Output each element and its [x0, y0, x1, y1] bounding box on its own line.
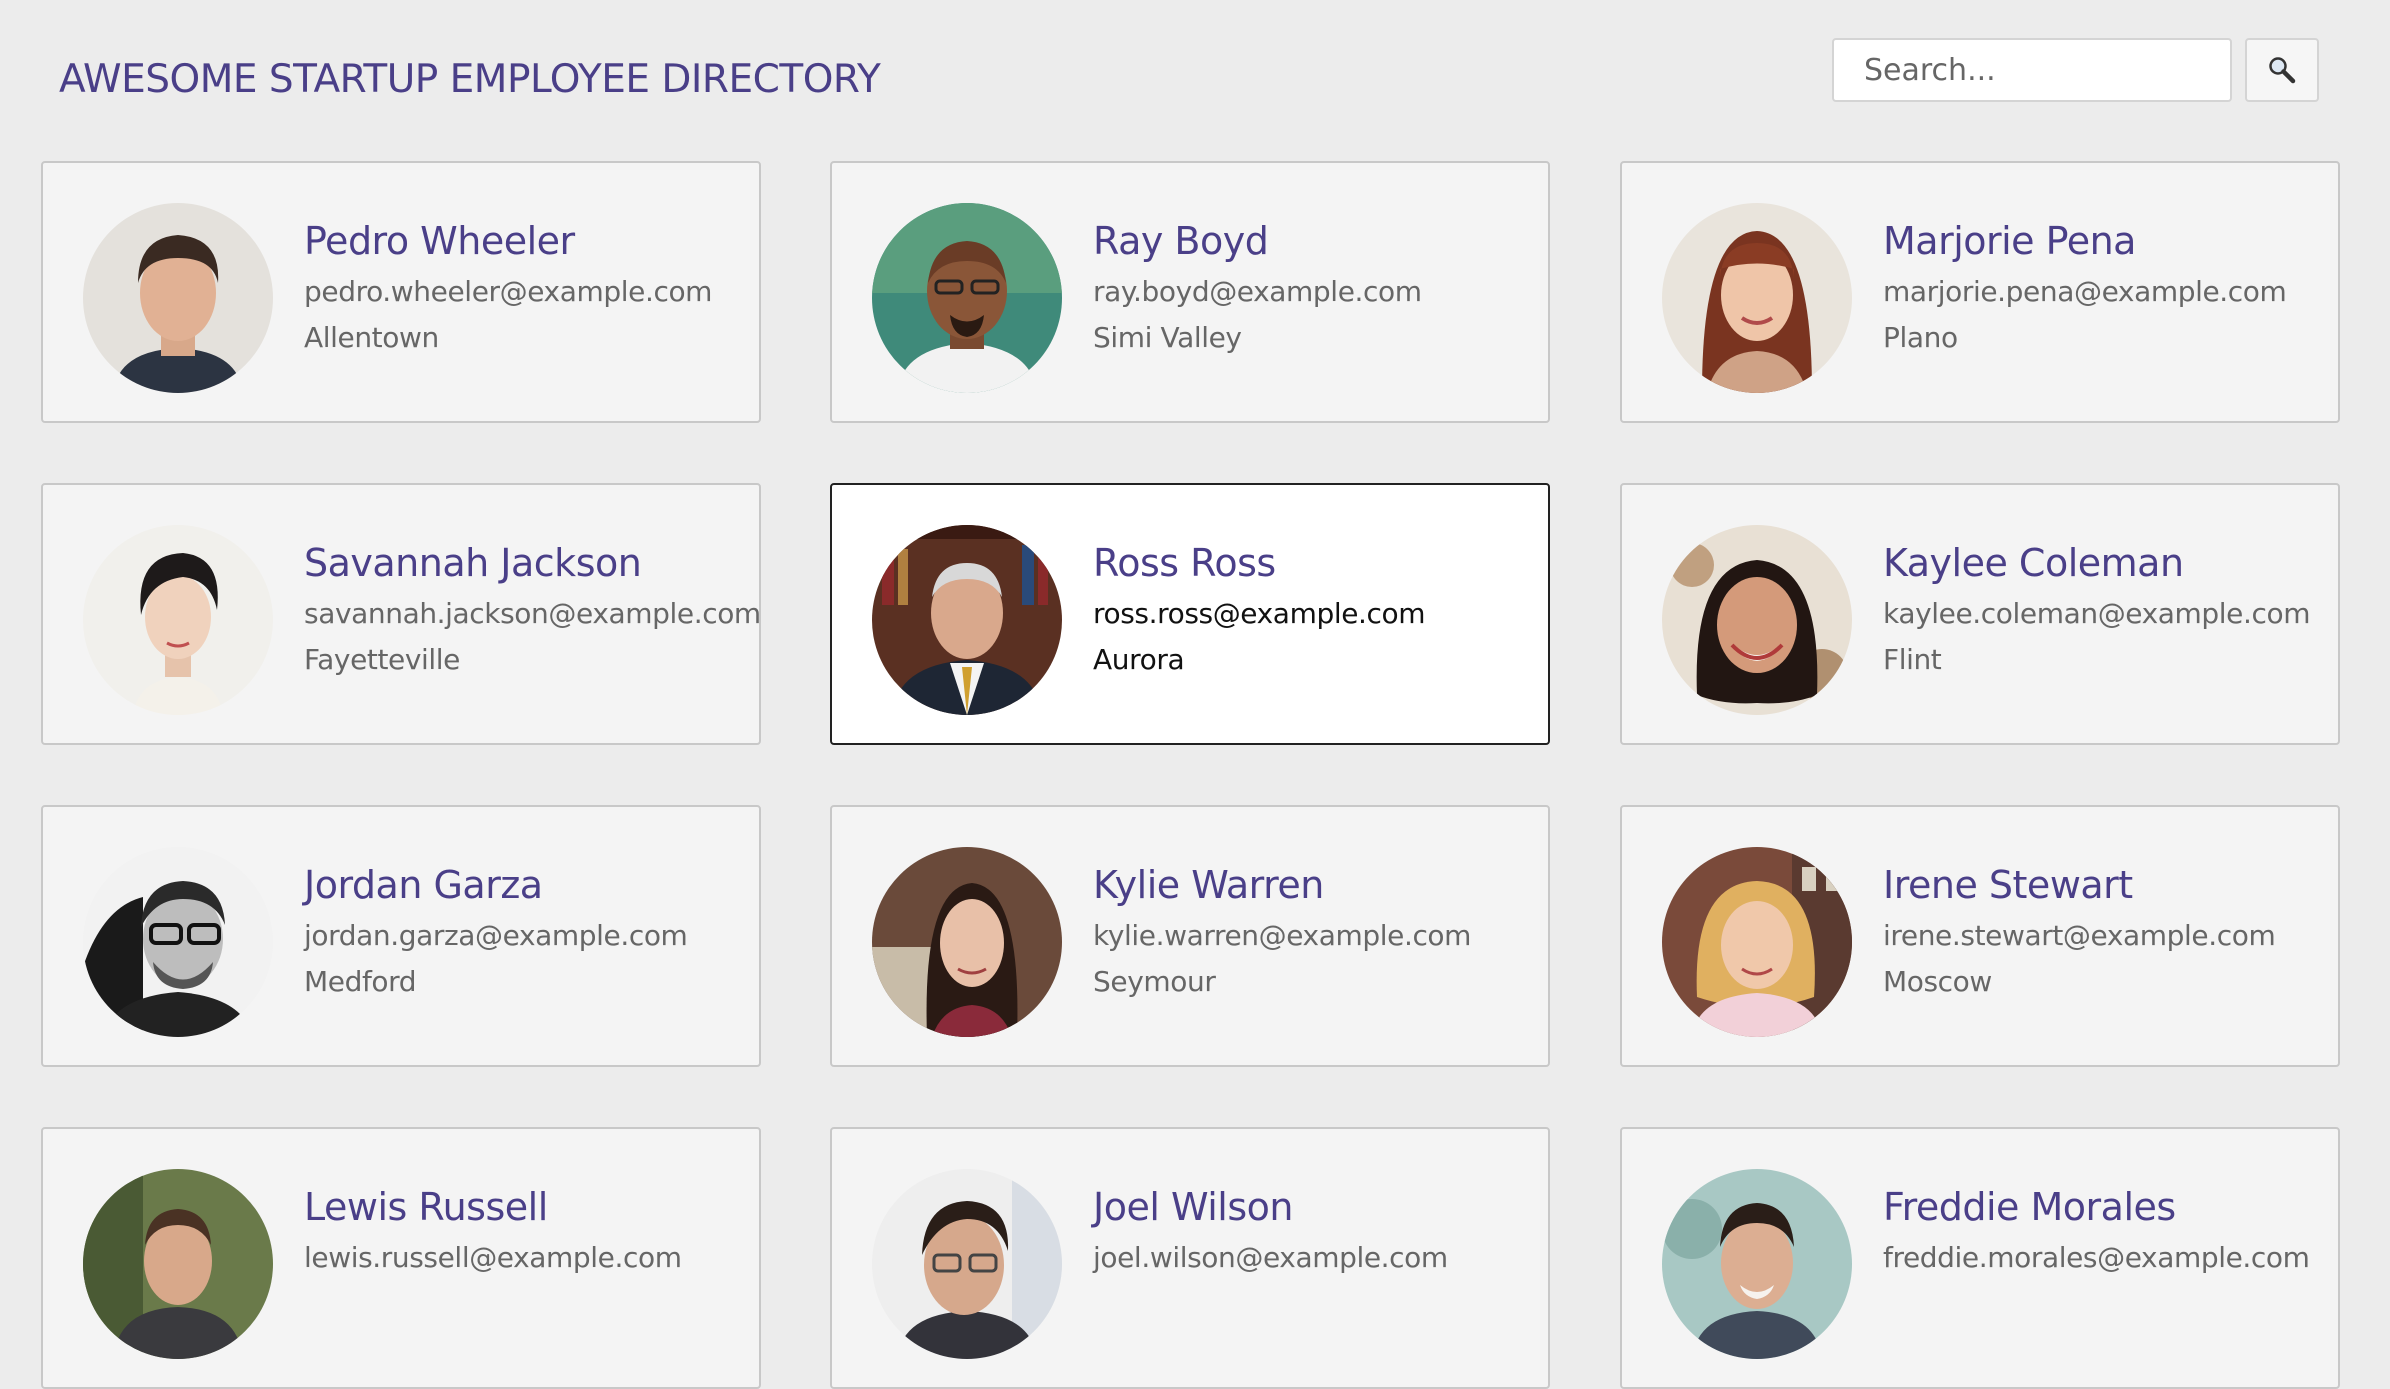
avatar	[872, 525, 1062, 715]
employee-email: freddie.morales@example.com	[1883, 1241, 2310, 1274]
avatar	[872, 1169, 1062, 1359]
employee-email: jordan.garza@example.com	[304, 919, 688, 952]
magnifier-icon	[2269, 57, 2296, 84]
employee-email: kylie.warren@example.com	[1093, 919, 1472, 952]
employee-name: Kaylee Coleman	[1883, 541, 2184, 585]
avatar	[1662, 847, 1852, 1037]
avatar	[83, 203, 273, 393]
employee-card[interactable]: Irene Stewart irene.stewart@example.com …	[1620, 805, 2340, 1067]
avatar	[83, 525, 273, 715]
avatar	[872, 203, 1062, 393]
employee-city: Fayetteville	[304, 643, 461, 676]
employee-email: ross.ross@example.com	[1093, 597, 1426, 630]
employee-email: ray.boyd@example.com	[1093, 275, 1422, 308]
search-button[interactable]	[2245, 38, 2319, 102]
employee-city: Simi Valley	[1093, 321, 1242, 354]
employee-card[interactable]: Lewis Russell lewis.russell@example.com	[41, 1127, 761, 1389]
employee-name: Kylie Warren	[1093, 863, 1324, 907]
employee-card[interactable]: Pedro Wheeler pedro.wheeler@example.com …	[41, 161, 761, 423]
avatar	[83, 1169, 273, 1359]
employee-name: Pedro Wheeler	[304, 219, 575, 263]
employee-name: Ray Boyd	[1093, 219, 1269, 263]
avatar	[1662, 203, 1852, 393]
employee-email: lewis.russell@example.com	[304, 1241, 682, 1274]
employee-card[interactable]: Joel Wilson joel.wilson@example.com	[830, 1127, 1550, 1389]
avatar	[1662, 525, 1852, 715]
employee-card[interactable]: Jordan Garza jordan.garza@example.com Me…	[41, 805, 761, 1067]
avatar	[1662, 1169, 1852, 1359]
employee-card[interactable]: Marjorie Pena marjorie.pena@example.com …	[1620, 161, 2340, 423]
search-input[interactable]	[1832, 38, 2232, 102]
employee-name: Savannah Jackson	[304, 541, 642, 585]
avatar	[83, 847, 273, 1037]
employee-city: Flint	[1883, 643, 1942, 676]
employee-city: Moscow	[1883, 965, 1992, 998]
employee-email: irene.stewart@example.com	[1883, 919, 2276, 952]
employee-card[interactable]: Savannah Jackson savannah.jackson@exampl…	[41, 483, 761, 745]
employee-name: Irene Stewart	[1883, 863, 2133, 907]
employee-name: Lewis Russell	[304, 1185, 548, 1229]
employee-email: marjorie.pena@example.com	[1883, 275, 2287, 308]
employee-name: Marjorie Pena	[1883, 219, 2136, 263]
avatar	[872, 847, 1062, 1037]
employee-city: Aurora	[1093, 643, 1185, 676]
employee-city: Allentown	[304, 321, 439, 354]
employee-card[interactable]: Ray Boyd ray.boyd@example.com Simi Valle…	[830, 161, 1550, 423]
page-title: AWESOME STARTUP EMPLOYEE DIRECTORY	[59, 57, 881, 102]
employee-email: savannah.jackson@example.com	[304, 597, 761, 630]
employee-card[interactable]: Kylie Warren kylie.warren@example.com Se…	[830, 805, 1550, 1067]
employee-name: Jordan Garza	[304, 863, 543, 907]
employee-card[interactable]: Freddie Morales freddie.morales@example.…	[1620, 1127, 2340, 1389]
employee-city: Medford	[304, 965, 417, 998]
employee-name: Joel Wilson	[1093, 1185, 1293, 1229]
employee-email: joel.wilson@example.com	[1093, 1241, 1448, 1274]
employee-card[interactable]: Ross Ross ross.ross@example.com Aurora	[830, 483, 1550, 745]
employee-name: Ross Ross	[1093, 541, 1276, 585]
employee-card[interactable]: Kaylee Coleman kaylee.coleman@example.co…	[1620, 483, 2340, 745]
employee-email: kaylee.coleman@example.com	[1883, 597, 2311, 630]
employee-email: pedro.wheeler@example.com	[304, 275, 713, 308]
employee-city: Seymour	[1093, 965, 1216, 998]
employee-city: Plano	[1883, 321, 1958, 354]
employee-name: Freddie Morales	[1883, 1185, 2176, 1229]
